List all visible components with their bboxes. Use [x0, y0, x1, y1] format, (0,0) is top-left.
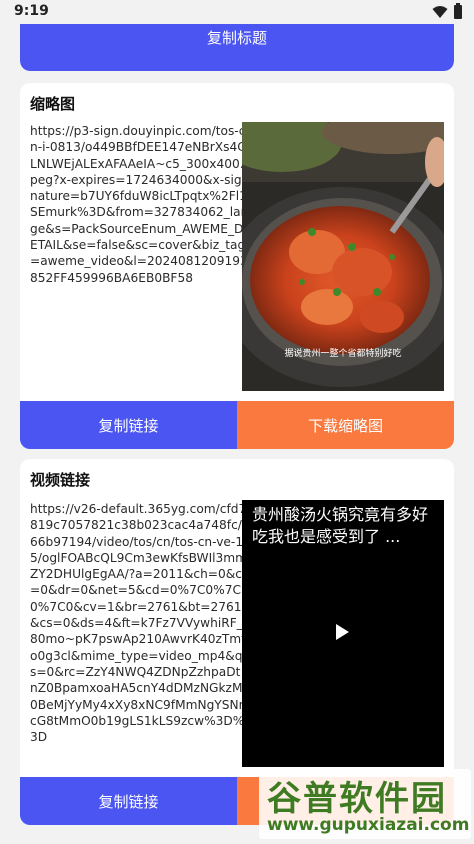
thumbnail-section-title: 缩略图 — [30, 95, 76, 113]
thumbnail-image: 据说贵州一整个省都特别好吃 — [242, 122, 444, 391]
thumbnail-caption: 据说贵州一整个省都特别好吃 — [284, 347, 401, 359]
watermark-url: www.gupuxiazai.com — [267, 815, 470, 835]
video-player[interactable]: 贵州酸汤火锅究竟有多好吃我也是感受到了 ... — [242, 500, 444, 767]
copy-video-link-button[interactable]: 复制链接 — [20, 777, 237, 825]
copy-thumbnail-link-button[interactable]: 复制链接 — [20, 401, 237, 449]
play-icon[interactable] — [336, 624, 349, 640]
battery-icon — [454, 3, 462, 19]
watermark-logo: 谷普软件园 — [267, 779, 447, 819]
video-title: 贵州酸汤火锅究竟有多好吃我也是感受到了 ... — [252, 505, 429, 546]
video-section-title: 视频链接 — [30, 471, 91, 489]
thumbnail-card: 缩略图 https://p3-sign.douyinpic.com/tos-cn… — [20, 83, 454, 449]
thumbnail-url: https://p3-sign.douyinpic.com/tos-cn-i-0… — [30, 124, 248, 285]
video-url: https://v26-default.365yg.com/cfd7819c70… — [30, 502, 248, 745]
status-time: 9:19 — [14, 3, 49, 19]
watermark: 谷普软件园 www.gupuxiazai.com — [259, 769, 471, 839]
wifi-icon — [432, 6, 448, 18]
status-bar: 9:19 — [0, 0, 474, 24]
download-thumbnail-button[interactable]: 下载缩略图 — [237, 401, 454, 449]
food-photo: 据说贵州一整个省都特别好吃 — [242, 122, 444, 391]
status-icons — [432, 3, 462, 19]
